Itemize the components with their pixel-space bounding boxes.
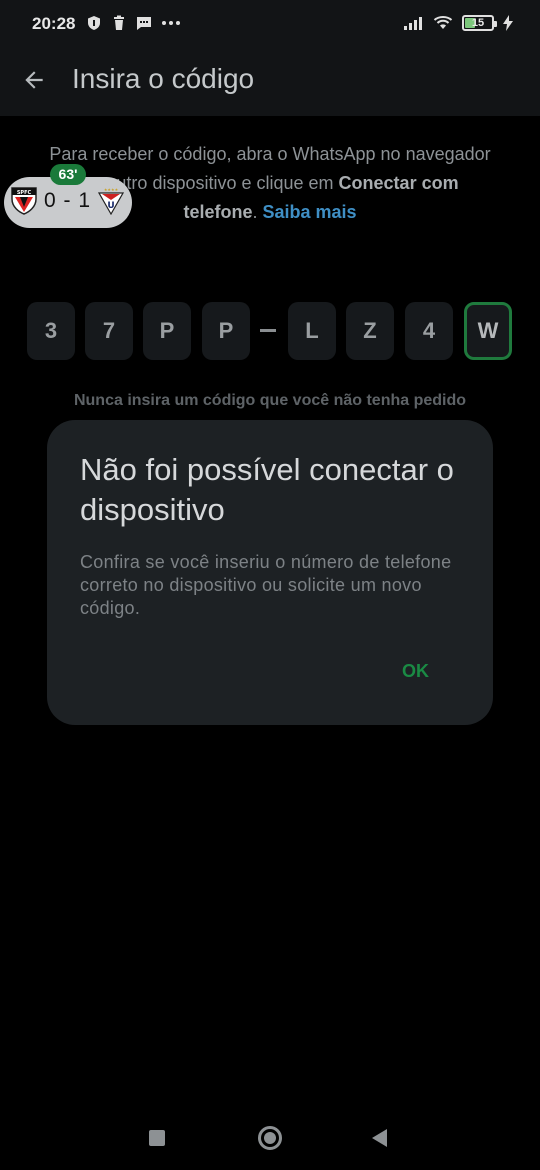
learn-more-link[interactable]: Saiba mais (262, 202, 356, 222)
status-notification-icons (86, 15, 181, 31)
code-char-box[interactable]: P (202, 302, 250, 360)
wifi-icon (433, 16, 453, 29)
message-icon (137, 17, 151, 30)
battery-level: 15 (471, 17, 485, 29)
code-char-box[interactable]: Z (346, 302, 394, 360)
shield-notification-icon (88, 16, 100, 30)
code-char-box[interactable]: 7 (85, 302, 133, 360)
home-team-abbr: SPFC (17, 190, 32, 196)
status-time: 20:28 (32, 14, 76, 33)
ok-button[interactable]: OK (402, 661, 429, 682)
spfc-crest-icon: SPFC (11, 187, 37, 215)
ldu-crest-icon: ★★★★ U (98, 187, 124, 215)
charging-bolt-icon (503, 15, 513, 31)
code-char-box-active[interactable]: W (464, 302, 512, 360)
back-button[interactable] (16, 62, 52, 98)
instructions-line1: Para receber o código, abra o WhatsApp n… (49, 144, 491, 164)
away-team-abbr: U (107, 201, 114, 211)
status-system-icons: 15 (404, 15, 514, 31)
system-nav-bar (0, 1100, 540, 1170)
dialog-message: Confira se você inseriu o número de tele… (80, 552, 452, 618)
instructions-after-bold: . (252, 202, 263, 222)
trash-icon (114, 15, 124, 30)
signal-icon (404, 17, 422, 30)
instructions-bold-action-2: telefone (183, 202, 253, 222)
more-dots-icon (162, 21, 180, 25)
code-warning-text: Nunca insira um código que você não tenh… (73, 392, 467, 409)
page-title: Insira o código (72, 63, 255, 94)
svg-text:★★★★: ★★★★ (104, 187, 119, 192)
battery-icon: 15 (462, 15, 497, 31)
code-char-box[interactable]: 3 (27, 302, 75, 360)
match-score: 0 - 1 (44, 189, 92, 212)
app-bar: Insira o código (0, 48, 540, 116)
code-separator (260, 329, 276, 332)
arrow-left-icon (25, 71, 43, 89)
code-char-box[interactable]: P (143, 302, 191, 360)
back-triangle-icon[interactable] (372, 1129, 387, 1147)
match-minute-badge: 63' (50, 164, 86, 185)
error-dialog: Não foi possível conectar o dispositivo … (47, 420, 493, 725)
code-input-row: 3 7 P P L Z 4 W (27, 302, 513, 360)
dialog-title: Não foi possível conectar o dispositivo (80, 452, 454, 527)
status-bar: 20:28 15 (0, 0, 540, 48)
code-char-box[interactable]: L (288, 302, 336, 360)
recents-square-icon[interactable] (149, 1130, 165, 1146)
home-circle-icon[interactable] (258, 1126, 282, 1150)
code-char-box[interactable]: 4 (405, 302, 453, 360)
instructions-bold-action: Conectar com (338, 173, 459, 193)
